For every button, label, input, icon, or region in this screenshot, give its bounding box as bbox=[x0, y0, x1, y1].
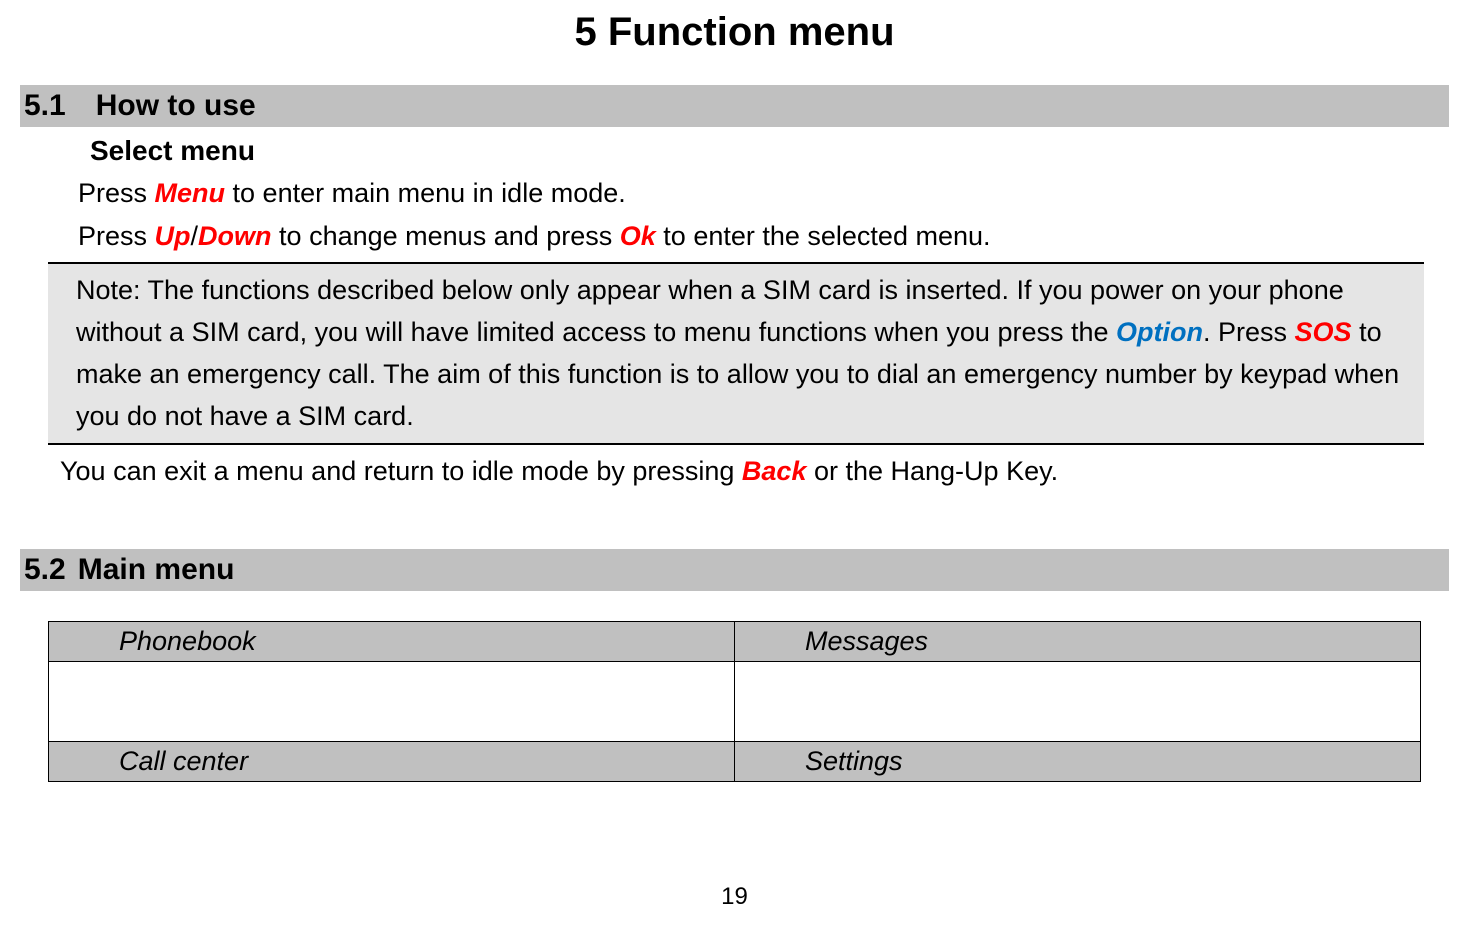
key-ok: Ok bbox=[620, 221, 656, 251]
main-menu-table: Phonebook Messages Call center Settings bbox=[48, 621, 1421, 782]
section-title: Main menu bbox=[78, 553, 235, 586]
note-box: Note: The functions described below only… bbox=[48, 262, 1424, 445]
page-number: 19 bbox=[0, 883, 1469, 911]
paragraph: You can exit a menu and return to idle m… bbox=[20, 451, 1449, 492]
menu-cell-empty bbox=[735, 661, 1421, 741]
section-number: 5.2 bbox=[24, 553, 66, 587]
text-fragment: to change menus and press bbox=[272, 221, 620, 251]
menu-cell-call-center: Call center bbox=[49, 741, 735, 781]
table-row: Phonebook Messages bbox=[49, 621, 1421, 661]
key-sos: SOS bbox=[1295, 317, 1352, 347]
section-number: 5.1 bbox=[24, 89, 66, 123]
text-fragment: to enter main menu in idle mode. bbox=[225, 178, 626, 208]
text-fragment: . Press bbox=[1203, 317, 1295, 347]
section-title: How to use bbox=[96, 89, 256, 122]
text-fragment: You can exit a menu and return to idle m… bbox=[60, 456, 742, 486]
menu-cell-messages: Messages bbox=[735, 621, 1421, 661]
text-fragment: or the Hang-Up Key. bbox=[806, 456, 1058, 486]
section-header-5-2: 5.2 Main menu bbox=[20, 549, 1449, 591]
key-option: Option bbox=[1116, 317, 1203, 347]
chapter-title: 5 Function menu bbox=[20, 0, 1449, 85]
key-menu: Menu bbox=[155, 178, 226, 208]
key-back: Back bbox=[742, 456, 807, 486]
text-fragment: Press bbox=[78, 178, 155, 208]
text-fragment: / bbox=[191, 221, 199, 251]
table-row bbox=[49, 661, 1421, 741]
subsection-title: Select menu bbox=[20, 135, 1449, 167]
key-down: Down bbox=[198, 221, 272, 251]
menu-cell-settings: Settings bbox=[735, 741, 1421, 781]
paragraph: Press Menu to enter main menu in idle mo… bbox=[20, 173, 1449, 214]
text-fragment: to enter the selected menu. bbox=[656, 221, 991, 251]
section-header-5-1: 5.1 How to use bbox=[20, 85, 1449, 127]
menu-cell-empty bbox=[49, 661, 735, 741]
paragraph: Press Up/Down to change menus and press … bbox=[20, 216, 1449, 257]
menu-cell-phonebook: Phonebook bbox=[49, 621, 735, 661]
text-fragment: Press bbox=[78, 221, 155, 251]
table-row: Call center Settings bbox=[49, 741, 1421, 781]
key-up: Up bbox=[155, 221, 191, 251]
